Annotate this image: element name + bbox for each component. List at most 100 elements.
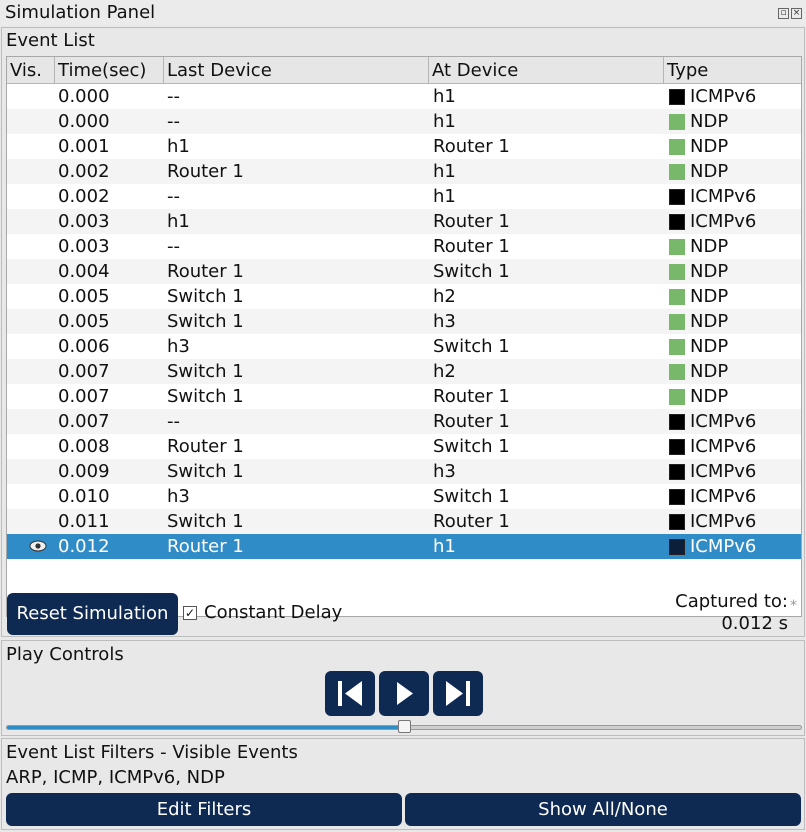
table-row[interactable]: 0.007 Switch 1 Router 1 NDP <box>7 384 801 409</box>
col-header-at-device[interactable]: At Device <box>429 57 664 84</box>
vis-cell[interactable] <box>7 184 57 209</box>
vis-cell[interactable] <box>7 384 57 409</box>
at-device-cell: Router 1 <box>433 136 510 157</box>
type-label: ICMPv6 <box>690 511 757 532</box>
type-color-swatch <box>669 139 685 155</box>
col-header-vis[interactable]: Vis. <box>7 57 55 84</box>
type-cell: NDP <box>667 134 801 159</box>
skip-back-button[interactable] <box>325 671 375 716</box>
table-row[interactable]: 0.003 -- Router 1 NDP <box>7 234 801 259</box>
at-device-cell: Router 1 <box>433 386 510 407</box>
playback-slider[interactable] <box>6 720 802 733</box>
last-device-cell: Switch 1 <box>167 311 244 332</box>
time-cell: 0.004 <box>58 261 110 282</box>
vis-cell[interactable] <box>7 409 57 434</box>
last-device-cell: Router 1 <box>167 261 244 282</box>
at-device-cell: Switch 1 <box>433 336 510 357</box>
time-cell: 0.002 <box>58 161 110 182</box>
at-device-cell: Router 1 <box>433 411 510 432</box>
table-row[interactable]: 0.011 Switch 1 Router 1 ICMPv6 <box>7 509 801 534</box>
captured-value: 0.012 s <box>721 613 788 634</box>
col-header-type[interactable]: Type <box>664 57 801 84</box>
at-device-cell: h1 <box>433 536 456 557</box>
type-color-swatch <box>669 264 685 280</box>
type-label: NDP <box>690 136 729 157</box>
time-cell: 0.008 <box>58 436 110 457</box>
table-row[interactable]: 0.007 Switch 1 h2 NDP <box>7 359 801 384</box>
type-cell: ICMPv6 <box>667 509 801 534</box>
at-device-cell: h1 <box>433 86 456 107</box>
type-label: ICMPv6 <box>690 411 757 432</box>
time-cell: 0.000 <box>58 86 110 107</box>
edit-filters-button[interactable]: Edit Filters <box>6 793 402 826</box>
vis-cell[interactable] <box>7 109 57 134</box>
type-label: ICMPv6 <box>690 86 757 107</box>
vis-cell[interactable] <box>7 159 57 184</box>
type-label: NDP <box>690 311 729 332</box>
vis-cell[interactable] <box>7 234 57 259</box>
table-row[interactable]: 0.009 Switch 1 h3 ICMPv6 <box>7 459 801 484</box>
table-row[interactable]: 0.008 Router 1 Switch 1 ICMPv6 <box>7 434 801 459</box>
type-color-swatch <box>669 489 685 505</box>
col-header-time[interactable]: Time(sec) <box>55 57 164 84</box>
time-cell: 0.007 <box>58 411 110 432</box>
table-row[interactable]: 0.005 Switch 1 h2 NDP <box>7 284 801 309</box>
at-device-cell: h3 <box>433 461 456 482</box>
at-device-cell: h1 <box>433 161 456 182</box>
type-cell: ICMPv6 <box>667 484 801 509</box>
constant-delay-checkbox[interactable]: ✓ <box>183 606 197 620</box>
vis-cell[interactable] <box>7 259 57 284</box>
panel-title: Simulation Panel <box>5 2 156 23</box>
at-device-cell: h2 <box>433 286 456 307</box>
vis-cell[interactable] <box>7 534 57 559</box>
type-label: NDP <box>690 161 729 182</box>
float-icon[interactable]: ▫ <box>778 8 789 19</box>
table-row[interactable]: 0.000 -- h1 NDP <box>7 109 801 134</box>
type-color-swatch <box>669 439 685 455</box>
col-header-last-device[interactable]: Last Device <box>164 57 429 84</box>
type-color-swatch <box>669 314 685 330</box>
vis-cell[interactable] <box>7 84 57 109</box>
last-device-cell: Router 1 <box>167 436 244 457</box>
skip-forward-button[interactable] <box>433 671 483 716</box>
show-all-none-button[interactable]: Show All/None <box>405 793 801 826</box>
vis-cell[interactable] <box>7 209 57 234</box>
table-row[interactable]: 0.000 -- h1 ICMPv6 <box>7 84 801 109</box>
vis-cell[interactable] <box>7 309 57 334</box>
table-row[interactable]: 0.003 h1 Router 1 ICMPv6 <box>7 209 801 234</box>
type-cell: NDP <box>667 159 801 184</box>
last-device-cell: h1 <box>167 136 190 157</box>
table-row[interactable]: 0.001 h1 Router 1 NDP <box>7 134 801 159</box>
play-button[interactable] <box>379 671 429 716</box>
vis-cell[interactable] <box>7 509 57 534</box>
close-icon[interactable]: × <box>791 8 802 19</box>
vis-cell[interactable] <box>7 359 57 384</box>
vis-cell[interactable] <box>7 334 57 359</box>
table-row[interactable]: 0.006 h3 Switch 1 NDP <box>7 334 801 359</box>
vis-cell[interactable] <box>7 434 57 459</box>
vis-cell[interactable] <box>7 459 57 484</box>
table-row[interactable]: 0.012 Router 1 h1 ICMPv6 <box>7 534 801 559</box>
table-row[interactable]: 0.007 -- Router 1 ICMPv6 <box>7 409 801 434</box>
vis-cell[interactable] <box>7 134 57 159</box>
vis-cell[interactable] <box>7 484 57 509</box>
at-device-cell: Router 1 <box>433 236 510 257</box>
type-cell: NDP <box>667 334 801 359</box>
type-color-swatch <box>669 114 685 130</box>
table-row[interactable]: 0.002 -- h1 ICMPv6 <box>7 184 801 209</box>
vis-cell[interactable] <box>7 284 57 309</box>
last-device-cell: h1 <box>167 211 190 232</box>
type-label: NDP <box>690 111 729 132</box>
table-row[interactable]: 0.002 Router 1 h1 NDP <box>7 159 801 184</box>
table-row[interactable]: 0.010 h3 Switch 1 ICMPv6 <box>7 484 801 509</box>
last-device-cell: Router 1 <box>167 536 244 557</box>
event-table[interactable]: Vis. Time(sec) Last Device At Device Typ… <box>6 56 802 617</box>
reset-simulation-button[interactable]: Reset Simulation <box>7 593 178 635</box>
type-label: ICMPv6 <box>690 436 757 457</box>
event-list-section: Event List Vis. Time(sec) Last Device At… <box>1 27 805 637</box>
table-row[interactable]: 0.005 Switch 1 h3 NDP <box>7 309 801 334</box>
type-cell: NDP <box>667 234 801 259</box>
at-device-cell: Router 1 <box>433 511 510 532</box>
table-row[interactable]: 0.004 Router 1 Switch 1 NDP <box>7 259 801 284</box>
slider-handle[interactable] <box>398 720 411 733</box>
